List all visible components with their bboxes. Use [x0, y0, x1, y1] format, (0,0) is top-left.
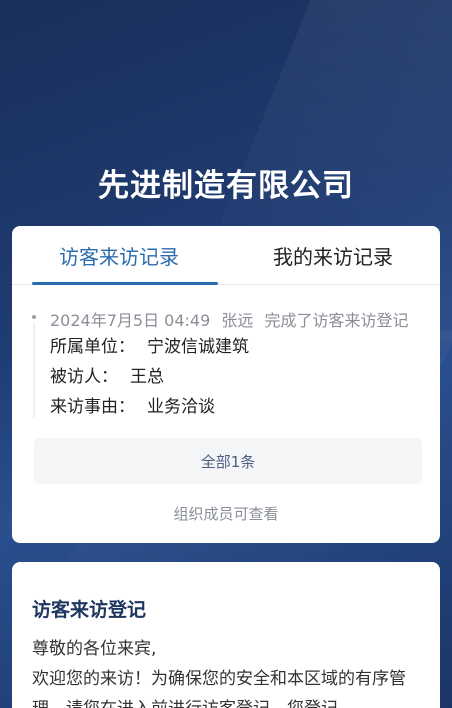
timeline-line — [33, 323, 35, 418]
field-label: 被访人： — [50, 367, 118, 387]
record-field-company: 所属单位： 宁波信诚建筑 — [50, 332, 420, 362]
tab-visitor-records[interactable]: 访客来访记录 — [12, 226, 226, 285]
visibility-note: 组织成员可查看 — [173, 505, 279, 523]
record-datetime: 2024年7月5日 04:49 — [50, 311, 211, 330]
record-header: 2024年7月5日 04:49 张远 完成了访客来访登记 — [50, 310, 420, 332]
register-description: 尊敬的各位来宾, 欢迎您的来访！为确保您的安全和本区域的有序管理，请您在进入前进… — [32, 634, 426, 708]
register-title: 访客来访登记 — [32, 599, 147, 621]
record-person: 张远 — [221, 311, 254, 330]
field-label: 来访事由： — [50, 397, 135, 417]
register-greeting: 尊敬的各位来宾, — [32, 639, 157, 659]
field-value: 宁波信诚建筑 — [147, 337, 249, 357]
company-title: 先进制造有限公司 — [98, 168, 354, 204]
record-field-host: 被访人： 王总 — [50, 362, 420, 392]
visitor-register-card: 访客来访登记 尊敬的各位来宾, 欢迎您的来访！为确保您的安全和本区域的有序管理，… — [12, 562, 440, 708]
record-field-purpose: 来访事由： 业务洽谈 — [50, 392, 420, 422]
field-value: 业务洽谈 — [147, 397, 215, 417]
register-paragraph: 欢迎您的来访！为确保您的安全和本区域的有序管理，请您在进入前进行访客登记，您登记 — [32, 669, 406, 708]
visit-records-card: 访客来访记录 我的来访记录 2024年7月5日 04:49 张远 完成了访客来访… — [12, 226, 440, 543]
view-all-button[interactable]: 全部1条 — [34, 438, 422, 484]
record-action: 完成了访客来访登记 — [264, 311, 409, 330]
tab-bar: 访客来访记录 我的来访记录 — [12, 226, 440, 285]
record-item[interactable]: 2024年7月5日 04:49 张远 完成了访客来访登记 所属单位： 宁波信诚建筑… — [12, 285, 440, 422]
field-label: 所属单位： — [50, 337, 135, 357]
field-value: 王总 — [130, 367, 164, 387]
tab-my-records[interactable]: 我的来访记录 — [226, 226, 440, 284]
timeline-dot — [32, 315, 36, 319]
